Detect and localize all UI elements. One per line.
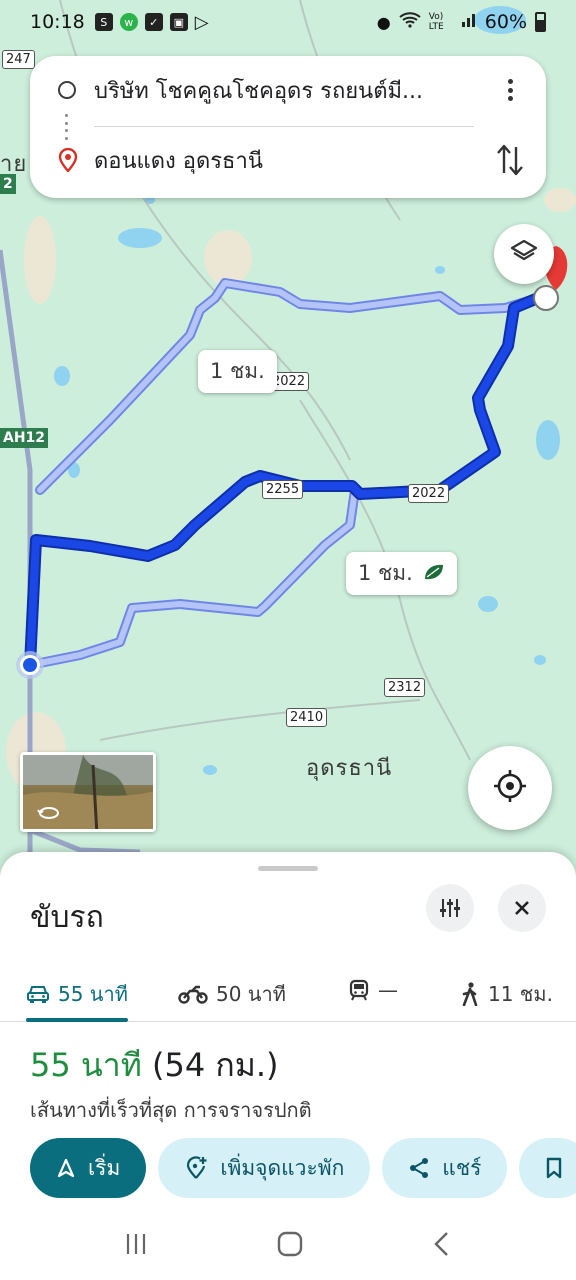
start-label: เริ่ม xyxy=(88,1155,121,1180)
back-icon xyxy=(433,1232,448,1256)
share-icon xyxy=(410,1158,429,1178)
home-icon xyxy=(277,1231,303,1257)
action-buttons: เริ่ม เพิ่มจุดแวะพัก แชร์ xyxy=(30,1138,576,1198)
clock: 10:18 xyxy=(30,11,85,33)
origin-field[interactable]: บริษัท โชคคูณโชคอุดร รถยนต์มี... xyxy=(94,73,423,108)
layers-icon xyxy=(509,237,539,271)
driving-time: 55 นาที xyxy=(58,982,128,1006)
tab-motorcycle[interactable]: 50 นาที xyxy=(178,978,286,1010)
play-store-icon: ▷ xyxy=(194,11,209,33)
route-time-text: 1 ชม. xyxy=(210,359,265,383)
crosshair-icon xyxy=(492,768,528,808)
location-pin-icon xyxy=(58,147,78,173)
wifi-icon xyxy=(399,11,421,33)
sheet-drag-handle[interactable] xyxy=(258,866,318,871)
sheet-title: ขับรถ xyxy=(30,900,104,935)
route-summary: 55 นาที (54 กม.) xyxy=(30,1040,279,1091)
walking-time: 11 ชม. xyxy=(488,982,553,1006)
road-shield-2022-east: 2022 xyxy=(408,484,450,503)
add-stop-label: เพิ่มจุดแวะพัก xyxy=(220,1155,345,1180)
route-time-label-eco[interactable]: 1 ชม. xyxy=(346,552,457,595)
battery-percent: 60% xyxy=(484,11,527,33)
close-icon xyxy=(515,901,529,915)
swap-button[interactable] xyxy=(494,143,526,177)
route-distance: (54 กม.) xyxy=(152,1046,279,1084)
motorcycle-icon xyxy=(178,985,208,1004)
origin-circle-icon xyxy=(58,81,76,99)
road-shield-2410: 2410 xyxy=(286,708,328,727)
swap-arrows-icon xyxy=(497,144,523,176)
train-icon xyxy=(349,979,369,1001)
walk-icon xyxy=(462,982,478,1006)
tab-driving[interactable]: 55 นาที xyxy=(26,978,128,1010)
save-button[interactable] xyxy=(519,1138,576,1198)
directions-card: บริษัท โชคคูณโชคอุดร รถยนต์มี... ดอนแดง … xyxy=(30,56,546,198)
street-view-thumbnail[interactable] xyxy=(20,752,156,832)
transit-time: — xyxy=(378,978,398,1002)
home-button[interactable] xyxy=(276,1230,304,1262)
travel-mode-tabs: 55 นาที 50 นาที — 11 ชม. xyxy=(0,964,576,1022)
bookmark-icon xyxy=(547,1157,562,1179)
shopping-icon: S xyxy=(94,13,113,31)
tab-transit[interactable]: — xyxy=(348,978,398,1002)
more-options-button[interactable] xyxy=(498,75,522,105)
destination-field[interactable]: ดอนแดง อุดรธานี xyxy=(94,143,263,178)
tune-icon xyxy=(440,899,460,917)
route-options-button[interactable] xyxy=(426,884,474,932)
close-button[interactable] xyxy=(498,884,546,932)
road-shield-2312: 2312 xyxy=(384,678,426,697)
checkbox-icon: ✓ xyxy=(144,13,163,31)
route-duration: 55 นาที xyxy=(30,1046,142,1084)
motorcycle-time: 50 นาที xyxy=(216,982,286,1006)
edge-place-label: าย xyxy=(0,152,28,177)
recents-icon xyxy=(127,1234,146,1254)
route-description: เส้นทางที่เร็วที่สุด การจราจรปกติ xyxy=(30,1098,312,1122)
add-stop-button[interactable]: เพิ่มจุดแวะพัก xyxy=(158,1138,371,1198)
eco-leaf-icon xyxy=(423,562,445,586)
status-bar: 10:18 S w ✓ ▣ ▷ ● Vo) LTE 60% xyxy=(0,0,576,44)
car-icon xyxy=(27,986,49,1003)
location-icon: ● xyxy=(376,12,391,32)
gallery-icon: ▣ xyxy=(169,13,188,31)
field-divider xyxy=(94,126,474,127)
road-shield-ah12: AH12 xyxy=(0,428,49,448)
road-shield-2255: 2255 xyxy=(262,480,304,499)
messaging-icon: w xyxy=(119,13,138,31)
navigation-arrow-icon xyxy=(57,1158,75,1178)
layers-button[interactable] xyxy=(494,224,554,284)
route-time-text: 1 ชม. xyxy=(358,561,413,585)
notification-icons: S w ✓ ▣ ▷ xyxy=(94,11,209,33)
system-icons: ● Vo) LTE 60% xyxy=(377,11,546,33)
tab-walking[interactable]: 11 ชม. xyxy=(460,978,553,1010)
start-button[interactable]: เริ่ม xyxy=(30,1138,147,1198)
origin-row[interactable]: บริษัท โชคคูณโชคอุดร รถยนต์มี... xyxy=(30,60,546,120)
share-label: แชร์ xyxy=(442,1155,482,1180)
signal-icon xyxy=(461,11,477,33)
add-location-icon xyxy=(187,1156,207,1179)
system-navigation-bar xyxy=(0,1212,576,1280)
back-button[interactable] xyxy=(431,1231,453,1261)
origin-marker[interactable] xyxy=(16,651,44,679)
share-button[interactable]: แชร์ xyxy=(382,1138,508,1198)
my-location-button[interactable] xyxy=(468,746,552,830)
route-time-label-alt[interactable]: 1 ชม. xyxy=(198,350,277,393)
active-tab-indicator xyxy=(26,1018,128,1022)
destination-row[interactable]: ดอนแดง อุดรธานี xyxy=(30,130,546,190)
city-label: อุดรธานี xyxy=(306,756,393,781)
volte-label: Vo) LTE xyxy=(428,12,444,32)
battery-icon xyxy=(535,12,546,32)
recent-apps-button[interactable] xyxy=(123,1231,149,1261)
